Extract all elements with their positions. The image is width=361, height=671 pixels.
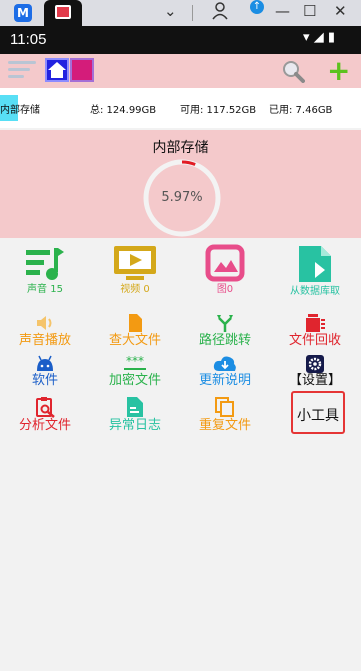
grid-item-label: 声音播放 — [18, 333, 71, 348]
grid-item-label: 图0 — [216, 284, 234, 295]
storage-name: 内部存储 — [0, 105, 40, 116]
fork-icon — [215, 313, 235, 333]
grid-item-encrypted[interactable]: *** 加密文件 — [90, 354, 180, 389]
grid-item-label: 加密文件 — [108, 373, 161, 388]
image-icon — [205, 244, 245, 282]
search-icon[interactable] — [281, 59, 305, 83]
grid-item-duplicates[interactable]: 重复文件 — [180, 396, 270, 434]
grid-item-database[interactable]: 从数据库取 — [270, 244, 360, 300]
grid-item-analyze[interactable]: 分析文件 — [0, 396, 90, 434]
emulator-top-bar: M ⌄ ↑ — ☐ ✕ — [0, 0, 361, 26]
grid-item-apps[interactable]: 软件 — [0, 355, 90, 389]
svg-text:***: *** — [126, 355, 144, 368]
grid-item-label: 文件回收 — [288, 333, 341, 348]
grid-item-audio[interactable]: 声音 15 — [0, 246, 90, 298]
panel-title: 内部存储 — [152, 140, 209, 156]
android-icon — [35, 355, 55, 373]
status-time: 11:05 — [10, 31, 47, 48]
grid-item-label: 视频 0 — [120, 284, 150, 295]
storage-free: 可用: 117.52GB — [180, 105, 257, 116]
grid-item-label: 重复文件 — [198, 418, 251, 433]
storage-total: 总: 124.99GB — [90, 105, 157, 116]
music-icon — [24, 246, 66, 282]
log-icon — [124, 396, 146, 418]
storage-gauge-panel: 内部存储 5.97% — [0, 130, 361, 238]
gallery-icon — [55, 5, 71, 19]
grid-item-label: 软件 — [31, 373, 58, 388]
database-file-icon — [295, 244, 335, 284]
grid-item-settings[interactable]: 【设置】 — [270, 355, 360, 389]
storage-summary-row[interactable]: 内部存储 总: 124.99GB 可用: 117.52GB 已用: 7.46GB — [0, 88, 361, 128]
password-icon: *** — [123, 354, 147, 373]
home-icon[interactable] — [45, 58, 69, 82]
android-status-bar: 11:05 ▾ ◢ ▮ — [0, 26, 361, 54]
emulator-app-icon[interactable]: M — [14, 4, 32, 22]
user-icon[interactable] — [212, 2, 228, 24]
folder-icon[interactable] — [70, 58, 94, 82]
volume-icon — [35, 313, 55, 333]
chevron-down-icon[interactable]: ⌄ — [164, 2, 177, 20]
gear-icon — [306, 355, 324, 373]
grid-item-large-files[interactable]: 查大文件 — [90, 313, 180, 349]
download-cloud-icon — [213, 355, 237, 373]
grid-item-label: 分析文件 — [18, 418, 71, 433]
grid-item-label: 声音 15 — [27, 284, 63, 295]
grid-item-audio-player[interactable]: 声音播放 — [0, 313, 90, 349]
grid-item-label: 异常日志 — [108, 418, 161, 433]
tools-highlight-box — [291, 391, 345, 434]
minimize-icon[interactable]: — — [275, 2, 290, 20]
maximize-icon[interactable]: ☐ — [303, 2, 316, 20]
grid-item-video[interactable]: 视频 0 — [90, 244, 180, 298]
video-icon — [112, 244, 158, 282]
grid-item-label: 从数据库取 — [290, 286, 340, 297]
upload-badge-icon[interactable]: ↑ — [250, 0, 264, 14]
analyze-icon — [34, 396, 56, 418]
grid-item-label: 更新说明 — [198, 373, 251, 388]
grid-item-path-jump[interactable]: 路径跳转 — [180, 313, 270, 349]
emulator-active-tab[interactable] — [44, 0, 82, 26]
app-toolbar: + — [0, 54, 361, 88]
grid-item-recycle[interactable]: 文件回收 — [270, 313, 360, 349]
divider — [192, 5, 193, 21]
close-icon[interactable]: ✕ — [334, 2, 347, 20]
status-icons: ▾ ◢ ▮ — [303, 30, 335, 45]
file-icon — [125, 313, 145, 333]
grid-item-images[interactable]: 图0 — [180, 244, 270, 298]
copy-icon — [214, 396, 236, 418]
grid-item-update-notes[interactable]: 更新说明 — [180, 355, 270, 389]
grid-item-label: 查大文件 — [108, 333, 161, 348]
add-icon[interactable]: + — [327, 54, 350, 88]
storage-percent: 5.97% — [161, 190, 203, 205]
trash-icon — [304, 313, 326, 333]
menu-icon[interactable] — [8, 61, 36, 81]
grid-item-error-log[interactable]: 异常日志 — [90, 396, 180, 434]
storage-used: 已用: 7.46GB — [269, 105, 333, 116]
grid-item-label: 路径跳转 — [198, 333, 251, 348]
grid-item-label: 【设置】 — [288, 373, 341, 388]
